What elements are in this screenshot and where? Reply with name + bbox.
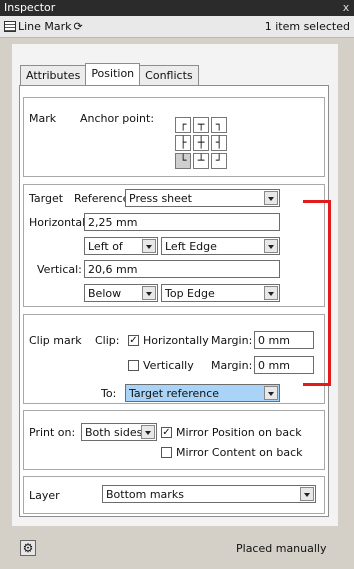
tab-bar: Attributes Position Conflicts: [20, 63, 199, 85]
margin-v-label: Margin:: [211, 359, 253, 372]
vertical-label: Vertical:: [37, 263, 82, 276]
horizontal-input[interactable]: 2,25 mm: [84, 213, 280, 231]
mark-type-label: Line Mark: [18, 20, 72, 33]
layer-label: Layer: [29, 489, 60, 502]
anchor-middle-left[interactable]: ├: [175, 135, 191, 151]
target-label: Target: [29, 192, 64, 205]
anchor-bottom-center[interactable]: ┴: [193, 153, 209, 169]
tab-attributes[interactable]: Attributes: [20, 65, 87, 85]
layer-value: Bottom marks: [106, 488, 184, 501]
annotation-bracket: [303, 200, 331, 386]
mirror-position-label: Mirror Position on back: [176, 426, 302, 439]
horizontal-edge-value: Left Edge: [165, 240, 217, 253]
anchor-top-left[interactable]: ┌: [175, 117, 191, 133]
clip-label: Clip:: [95, 334, 120, 347]
close-icon[interactable]: x: [340, 1, 352, 14]
reference-value: Press sheet: [129, 192, 192, 205]
horizontal-edge-select[interactable]: Left Edge: [161, 237, 280, 255]
title-bar: Inspector x: [0, 0, 354, 16]
toolbar: Line Mark ⟳ 1 item selected: [0, 16, 354, 38]
mark-section: [23, 97, 325, 177]
clip-mark-label: Clip mark: [29, 334, 82, 347]
to-value: Target reference: [129, 387, 220, 400]
to-select[interactable]: Target reference: [125, 384, 280, 402]
chevron-down-icon: [264, 386, 278, 400]
margin-h-label: Margin:: [211, 334, 253, 347]
anchor-center[interactable]: ┼: [193, 135, 209, 151]
anchor-top-right[interactable]: ┐: [211, 117, 227, 133]
vertical-relation-select[interactable]: Below: [84, 284, 158, 302]
mirror-content-checkbox[interactable]: [161, 447, 172, 458]
anchor-point-label: Anchor point:: [80, 112, 155, 125]
chevron-down-icon: [300, 487, 314, 501]
print-on-value: Both sides: [85, 426, 143, 439]
vertical-edge-value: Top Edge: [165, 287, 215, 300]
mark-type-selector[interactable]: Line Mark ⟳: [18, 20, 83, 33]
window-title: Inspector: [4, 1, 56, 14]
mirror-position-checkbox[interactable]: ✓: [161, 427, 172, 438]
layer-select[interactable]: Bottom marks: [102, 485, 316, 503]
anchor-top-center[interactable]: ┬: [193, 117, 209, 133]
horizontal-relation-value: Left of: [88, 240, 123, 253]
mark-label: Mark: [29, 112, 57, 125]
anchor-point-grid: ┌ ┬ ┐ ├ ┼ ┤ └ ┴ ┘: [175, 117, 227, 169]
chevron-down-icon: [142, 286, 156, 300]
vertically-checkbox[interactable]: [128, 360, 139, 371]
list-icon: [4, 21, 16, 32]
reference-select[interactable]: Press sheet: [125, 189, 280, 207]
print-on-select[interactable]: Both sides: [81, 423, 157, 441]
vertical-relation-value: Below: [88, 287, 122, 300]
horizontally-label: Horizontally: [143, 334, 209, 347]
refresh-icon[interactable]: ⟳: [74, 20, 83, 33]
chevron-down-icon: [264, 286, 278, 300]
anchor-bottom-left[interactable]: └: [175, 153, 191, 169]
placement-status: Placed manually: [236, 542, 327, 555]
horizontal-label: Horizontal:: [29, 216, 89, 229]
chevron-down-icon: [264, 239, 278, 253]
vertical-edge-select[interactable]: Top Edge: [161, 284, 280, 302]
anchor-middle-right[interactable]: ┤: [211, 135, 227, 151]
print-section: [23, 410, 325, 470]
print-on-label: Print on:: [29, 426, 76, 439]
to-label: To:: [101, 387, 117, 400]
mirror-content-label: Mirror Content on back: [176, 446, 303, 459]
horizontal-relation-select[interactable]: Left of: [84, 237, 158, 255]
horizontally-checkbox[interactable]: ✓: [128, 335, 139, 346]
tab-conflicts[interactable]: Conflicts: [139, 65, 199, 85]
chevron-down-icon: [141, 425, 155, 439]
chevron-down-icon: [264, 191, 278, 205]
chevron-down-icon: [142, 239, 156, 253]
gear-icon[interactable]: ⚙: [20, 540, 36, 556]
anchor-bottom-right[interactable]: ┘: [211, 153, 227, 169]
vertical-input[interactable]: 20,6 mm: [84, 260, 280, 278]
vertically-label: Vertically: [143, 359, 194, 372]
selection-status: 1 item selected: [264, 20, 350, 33]
tab-position[interactable]: Position: [85, 63, 141, 85]
